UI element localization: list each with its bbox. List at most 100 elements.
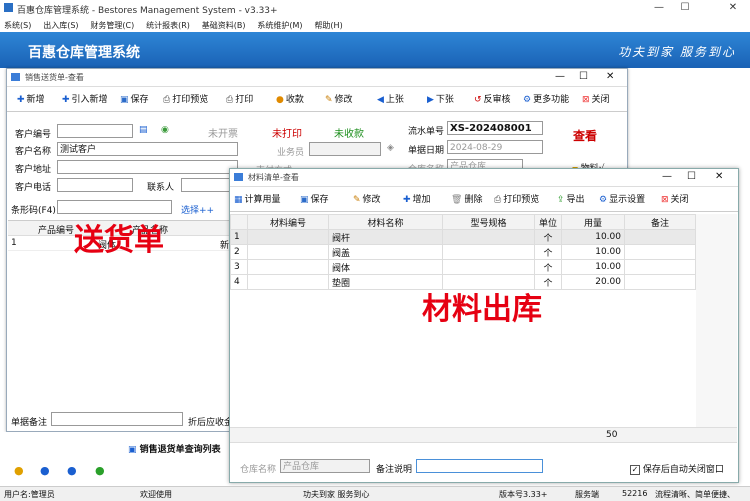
select-plus-link[interactable]: 选择++ bbox=[181, 203, 214, 216]
save-button[interactable]: ▣ 保存 bbox=[120, 92, 149, 105]
customer-address-input[interactable] bbox=[57, 160, 238, 174]
date-label: 单据日期 bbox=[408, 146, 445, 156]
cell-spec[interactable] bbox=[442, 244, 535, 260]
contact-label: 联系人 bbox=[147, 183, 175, 193]
unapprove-button[interactable]: ↺ 反审核 bbox=[474, 92, 511, 105]
customer-code-label: 客户编号 bbox=[15, 130, 52, 140]
remark-label: 单据备注 bbox=[11, 418, 48, 428]
edit-button[interactable]: ✎ 修改 bbox=[325, 92, 353, 105]
cell-code[interactable] bbox=[247, 229, 329, 245]
more-functions-button[interactable]: ⚙ 更多功能 bbox=[523, 92, 569, 105]
customer-phone-label: 客户电话 bbox=[15, 183, 52, 193]
menu-finance[interactable]: 财务管理(C) bbox=[90, 20, 134, 31]
contact-input[interactable] bbox=[181, 178, 231, 192]
status-print: 未打印 bbox=[272, 129, 302, 140]
export-button[interactable]: ⇪ 导出 bbox=[557, 192, 585, 205]
cell-code[interactable] bbox=[247, 274, 329, 290]
warehouse-select[interactable]: 产品仓库 bbox=[280, 459, 370, 473]
date-input[interactable]: 2024-08-29 bbox=[447, 140, 543, 154]
remark-input[interactable] bbox=[51, 412, 183, 426]
add-button[interactable]: ✚ 增加 bbox=[403, 192, 431, 205]
minimize-icon[interactable]: — bbox=[555, 71, 565, 82]
cell-qty[interactable]: 10.00 bbox=[561, 229, 625, 245]
cell-note[interactable] bbox=[624, 229, 696, 245]
menu-inout[interactable]: 出入库(S) bbox=[43, 20, 78, 31]
cell-spec[interactable] bbox=[442, 259, 535, 275]
next-button[interactable]: ▶ 下张 bbox=[427, 92, 454, 105]
app-icon bbox=[4, 3, 13, 12]
refresh-icon[interactable]: ◉ bbox=[161, 125, 169, 135]
save-button[interactable]: ▣ 保存 bbox=[300, 192, 329, 205]
salesman-label: 业务员 bbox=[277, 148, 305, 158]
status-slogan: 功夫到家 服务到心 bbox=[303, 490, 370, 499]
delivery-note-overlay: 送货单 bbox=[74, 223, 164, 258]
customer-code-input[interactable] bbox=[57, 124, 133, 138]
print-button[interactable]: ⎙ 打印 bbox=[226, 92, 253, 105]
cell-code[interactable] bbox=[247, 259, 329, 275]
cell-code[interactable] bbox=[247, 244, 329, 260]
eraser-icon[interactable]: ◈ bbox=[387, 143, 394, 153]
menu-maintenance[interactable]: 系统维护(M) bbox=[257, 20, 302, 31]
cell-qty[interactable]: 10.00 bbox=[561, 259, 625, 275]
salesman-select[interactable] bbox=[309, 142, 381, 156]
material-outbound-overlay: 材料出库 bbox=[422, 292, 542, 327]
minimize-icon[interactable]: — bbox=[652, 2, 666, 16]
maximize-icon[interactable]: ☐ bbox=[579, 71, 588, 82]
cell-unit[interactable]: 个 bbox=[534, 244, 562, 260]
new-button[interactable]: ✚ 新增 bbox=[17, 92, 45, 105]
table-row[interactable]: 2 阀盖 个 10.00 bbox=[230, 244, 696, 260]
cell-name[interactable]: 阀体 bbox=[328, 259, 443, 275]
print-preview-button[interactable]: ⎙ 打印预览 bbox=[494, 192, 539, 205]
lookup-icon[interactable]: ▤ bbox=[139, 125, 148, 135]
row-index: 2 bbox=[230, 244, 248, 260]
close-icon[interactable]: ✕ bbox=[606, 71, 614, 82]
user-icon[interactable]: ● bbox=[14, 464, 24, 477]
receive-payment-button[interactable]: ● 收款 bbox=[276, 92, 304, 105]
close-icon[interactable]: ✕ bbox=[715, 171, 723, 182]
cell-note[interactable] bbox=[624, 274, 696, 290]
delete-button[interactable]: 🗑 删除 bbox=[451, 192, 482, 205]
customer-address-label: 客户地址 bbox=[15, 165, 52, 175]
prev-button[interactable]: ◀ 上张 bbox=[377, 92, 404, 105]
close-icon[interactable]: ✕ bbox=[726, 2, 740, 16]
calc-usage-button[interactable]: ▦ 计算用量 bbox=[234, 192, 281, 205]
close-button[interactable]: ⊠ 关闭 bbox=[661, 192, 689, 205]
barcode-input[interactable] bbox=[57, 200, 172, 214]
maximize-icon[interactable]: ☐ bbox=[678, 2, 692, 16]
edit-button[interactable]: ✎ 修改 bbox=[353, 192, 381, 205]
header-quantity: 用量 bbox=[561, 214, 625, 230]
home-icon[interactable]: ● bbox=[95, 464, 105, 477]
table-row[interactable]: 1 阀杆 个 10.00 bbox=[230, 229, 696, 245]
customer-phone-input[interactable] bbox=[57, 178, 133, 192]
display-settings-button[interactable]: ⚙ 显示设置 bbox=[599, 192, 645, 205]
menu-help[interactable]: 帮助(H) bbox=[314, 20, 342, 31]
note-input[interactable] bbox=[416, 459, 543, 473]
menu-basic[interactable]: 基础资料(B) bbox=[202, 20, 246, 31]
autoclose-checkbox[interactable]: ✓ 保存后自动关闭窗口 bbox=[630, 462, 724, 475]
serial-input[interactable]: XS-202408001 bbox=[447, 121, 543, 135]
sales-return-query-link[interactable]: ▣ 销售退货单查询列表 bbox=[128, 442, 221, 455]
cell-spec[interactable] bbox=[442, 229, 535, 245]
info-icon[interactable]: ● bbox=[67, 464, 77, 477]
cell-note[interactable] bbox=[624, 259, 696, 275]
cell-unit[interactable]: 个 bbox=[534, 229, 562, 245]
cell-unit[interactable]: 个 bbox=[534, 259, 562, 275]
customer-name-input[interactable]: 测试客户 bbox=[57, 142, 238, 156]
help-icon[interactable]: ● bbox=[40, 464, 50, 477]
header-material-name: 材料名称 bbox=[328, 214, 443, 230]
import-new-button[interactable]: ✚ 引入新增 bbox=[62, 92, 108, 105]
minimize-icon[interactable]: — bbox=[662, 171, 672, 182]
checkbox-checked-icon[interactable]: ✓ bbox=[630, 465, 640, 475]
cell-qty[interactable]: 20.00 bbox=[561, 274, 625, 290]
menu-reports[interactable]: 统计报表(R) bbox=[146, 20, 190, 31]
cell-name[interactable]: 阀杆 bbox=[328, 229, 443, 245]
print-preview-button[interactable]: ⎙ 打印预览 bbox=[163, 92, 208, 105]
close-button[interactable]: ⊠ 关闭 bbox=[582, 92, 610, 105]
cell-note[interactable] bbox=[624, 244, 696, 260]
table-row[interactable]: 3 阀体 个 10.00 bbox=[230, 259, 696, 275]
menu-system[interactable]: 系统(S) bbox=[4, 20, 31, 31]
cell-qty[interactable]: 10.00 bbox=[561, 244, 625, 260]
maximize-icon[interactable]: ☐ bbox=[687, 171, 696, 182]
banner-title: 百惠仓库管理系统 bbox=[28, 45, 140, 61]
cell-name[interactable]: 阀盖 bbox=[328, 244, 443, 260]
